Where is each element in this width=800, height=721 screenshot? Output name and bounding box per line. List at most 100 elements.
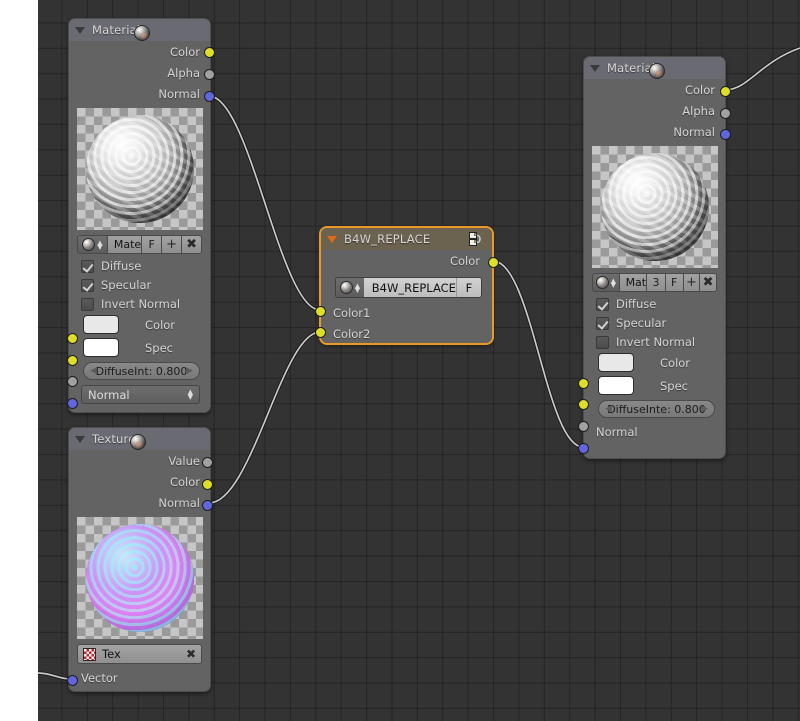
socket-in-color[interactable]: [67, 333, 78, 344]
fake-user-button[interactable]: F: [665, 273, 684, 292]
add-material-button[interactable]: +: [683, 273, 701, 292]
material-id-row[interactable]: ▲ ▼ Mat 3 F + ✖: [592, 273, 717, 292]
preview-sphere: [600, 153, 709, 261]
node-body-texture: Value Color Normal Tex ✖ Vector: [69, 450, 210, 694]
triangle-down-icon[interactable]: [75, 26, 85, 34]
chevron-left-icon[interactable]: ◀: [90, 366, 97, 376]
node-header-group[interactable]: B4W_REPLACE: [321, 228, 492, 250]
input-label-color2: Color2: [333, 326, 371, 341]
node-title: B4W_REPLACE: [344, 232, 431, 246]
triangle-down-icon[interactable]: [590, 64, 600, 72]
checkbox-diffuse-box[interactable]: [81, 259, 94, 273]
preview-sphere: [85, 115, 194, 223]
socket-in-diffuse-intensity[interactable]: [578, 421, 589, 432]
color-swatch-color[interactable]: [83, 315, 119, 334]
node-header-material-right[interactable]: Material: [584, 57, 725, 79]
socket-in-spec[interactable]: [578, 399, 589, 410]
socket-in-color[interactable]: [578, 378, 589, 389]
input-row-color[interactable]: Color: [83, 315, 210, 334]
checkbox-specular-label: Specular: [101, 278, 152, 292]
input-row-spec[interactable]: Spec: [598, 376, 725, 395]
input-row-color[interactable]: Color: [598, 353, 725, 372]
material-browse-icon[interactable]: ▲ ▼: [592, 273, 620, 292]
socket-in-color1[interactable]: [315, 306, 326, 317]
output-row-color: Color: [69, 41, 210, 62]
checkbox-invert-normal-box[interactable]: [596, 335, 609, 349]
output-label-color: Color: [169, 44, 200, 59]
input-row-normal: Normal: [584, 421, 725, 442]
triangle-down-icon[interactable]: [75, 435, 85, 443]
fake-user-button[interactable]: F: [142, 235, 163, 254]
node-header-texture[interactable]: Texture: [69, 428, 210, 450]
unlink-icon[interactable]: ✖: [186, 647, 196, 661]
input-row-vector: Vector: [69, 667, 210, 688]
node-body-group: Color ▲ ▼ B4W_REPLACE F Color1 Color2: [321, 250, 492, 350]
socket-out-color[interactable]: [202, 479, 213, 490]
group-id-row[interactable]: ▲ ▼ B4W_REPLACE F: [335, 277, 482, 298]
chevron-right-icon[interactable]: ▶: [186, 366, 193, 376]
triangle-down-icon[interactable]: [327, 235, 337, 243]
material-sphere-icon: [129, 434, 146, 450]
output-label-normal: Normal: [158, 495, 200, 510]
output-row-normal: Normal: [69, 83, 210, 104]
checkbox-invert-normal-label: Invert Normal: [101, 297, 181, 311]
group-name-field[interactable]: B4W_REPLACE: [363, 278, 456, 297]
input-label-spec: Spec: [145, 340, 173, 355]
socket-in-normal[interactable]: [578, 443, 589, 454]
checkbox-specular[interactable]: Specular: [81, 278, 210, 292]
slider-diffuse-intensity[interactable]: ◀ DiffuseInt: 0.800 ▶: [83, 362, 200, 380]
chevron-left-icon[interactable]: ◀: [605, 404, 612, 414]
socket-in-color2[interactable]: [315, 327, 326, 338]
socket-in-spec[interactable]: [67, 355, 78, 366]
chevron-updown-icon: ▲ ▼: [610, 276, 616, 289]
material-browse-icon[interactable]: ▲ ▼: [77, 235, 108, 254]
unlink-icon[interactable]: ✖: [182, 235, 203, 254]
node-group-b4w-replace[interactable]: B4W_REPLACE Color ▲ ▼ B4W_REPLACE F Colo…: [315, 227, 499, 344]
checkbox-invert-normal[interactable]: Invert Normal: [596, 335, 725, 349]
node-material-right[interactable]: Material Color Alpha Normal ▲ ▼ Mat 3 F …: [578, 56, 731, 459]
socket-out-value[interactable]: [202, 457, 213, 468]
dropdown-normal[interactable]: Normal ▲ ▼: [81, 385, 200, 404]
node-material-left[interactable]: Material Color Alpha Normal ▲ ▼ Mate F +…: [67, 18, 215, 413]
group-browse-icon[interactable]: ▲ ▼: [336, 278, 364, 297]
input-row-spec[interactable]: Spec: [83, 338, 210, 357]
color-swatch-color[interactable]: [598, 353, 634, 372]
checkbox-diffuse[interactable]: Diffuse: [596, 297, 725, 311]
add-material-button[interactable]: +: [162, 235, 183, 254]
socket-out-color[interactable]: [488, 257, 499, 268]
texture-name-value: Tex: [102, 647, 121, 661]
fake-user-button[interactable]: F: [455, 278, 481, 297]
material-id-row[interactable]: ▲ ▼ Mate F + ✖: [77, 235, 203, 254]
output-label-color: Color: [449, 253, 480, 268]
material-name-field[interactable]: Mat: [619, 273, 648, 292]
socket-out-alpha[interactable]: [204, 69, 215, 80]
slider-diffuse-intensity[interactable]: ◀ DiffuseInte: 0.800 ▶: [598, 400, 715, 418]
socket-out-normal[interactable]: [204, 91, 215, 102]
socket-out-color[interactable]: [720, 86, 731, 97]
chevron-right-icon[interactable]: ▶: [701, 404, 708, 414]
checkbox-specular[interactable]: Specular: [596, 316, 725, 330]
socket-in-diffuse-intensity[interactable]: [67, 376, 78, 387]
unlink-icon[interactable]: ✖: [700, 273, 717, 292]
socket-out-normal[interactable]: [720, 129, 731, 140]
checkbox-diffuse-box[interactable]: [596, 297, 609, 311]
socket-in-normal[interactable]: [67, 398, 78, 409]
checkbox-specular-box[interactable]: [596, 316, 609, 330]
output-label-color: Color: [684, 82, 715, 97]
color-swatch-spec[interactable]: [598, 376, 634, 395]
texture-id-field[interactable]: Tex ✖: [77, 644, 202, 664]
checkbox-invert-normal[interactable]: Invert Normal: [81, 297, 210, 311]
checkbox-specular-box[interactable]: [81, 278, 94, 292]
output-row-color: Color: [584, 79, 725, 100]
socket-out-normal[interactable]: [202, 500, 213, 511]
socket-in-vector[interactable]: [67, 675, 78, 686]
node-header-material-left[interactable]: Material: [69, 19, 210, 41]
material-users-count[interactable]: 3: [647, 273, 666, 292]
checkbox-diffuse[interactable]: Diffuse: [81, 259, 210, 273]
material-name-field[interactable]: Mate: [107, 235, 143, 254]
checkbox-invert-normal-box[interactable]: [81, 297, 94, 311]
socket-out-color[interactable]: [204, 47, 215, 58]
socket-out-alpha[interactable]: [720, 108, 731, 119]
node-texture-left[interactable]: Texture Value Color Normal Tex ✖ Vector: [67, 427, 213, 694]
color-swatch-spec[interactable]: [83, 338, 119, 357]
